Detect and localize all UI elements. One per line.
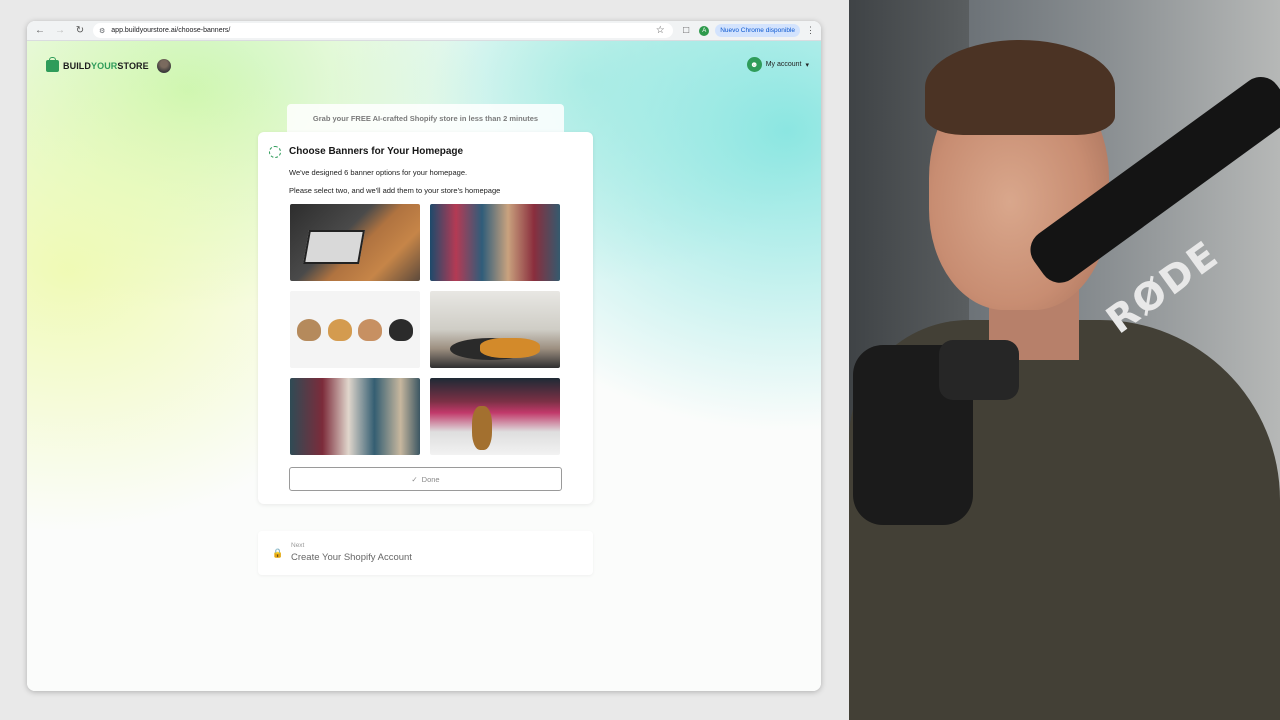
next-label: Next [291,542,305,549]
user-icon: ☻ [746,57,762,72]
cat-image [358,319,383,341]
step-description: We've designed 6 banner options for your… [289,168,468,177]
banner-option-2[interactable] [430,204,560,281]
page-content: BUILDYOURSTORE ☻ My account ▾ Grab your … [27,41,821,691]
mic-brand-logo: RØDE [1098,231,1227,343]
banner-option-3[interactable] [290,291,420,368]
cat-image [297,319,322,341]
chrome-menu-icon[interactable]: ⋮ [806,25,815,36]
url-text: app.buildyourstore.ai/choose-banners/ [111,27,231,34]
pets-illustration [294,319,416,345]
done-label: Done [421,474,440,484]
next-step-card: 🔒 Next Create Your Shopify Account [258,531,593,575]
account-menu[interactable]: ☻ My account ▾ [746,57,809,72]
browser-toolbar: ← → ↻ ⚙ app.buildyourstore.ai/choose-ban… [27,21,821,41]
profile-icon[interactable]: A [699,25,710,36]
forward-icon[interactable]: → [53,24,67,38]
logo-build: BUILD [63,61,91,71]
account-label: My account [765,61,802,68]
promo-banner: Grab your FREE AI-crafted Shopify store … [287,104,564,132]
logo-your: YOUR [91,61,118,71]
logo-text: BUILDYOURSTORE [63,61,149,71]
site-logo[interactable]: BUILDYOURSTORE [46,57,171,73]
bookmark-star-icon[interactable]: ☆ [653,24,667,38]
banner-option-6[interactable] [430,378,560,455]
reload-icon[interactable]: ↻ [73,24,87,38]
site-info-icon[interactable]: ⚙ [99,27,105,35]
step-instruction: Please select two, and we'll add them to… [289,186,501,195]
dog-image [388,319,413,341]
check-icon: ✓ [411,474,418,484]
banner-option-1[interactable] [290,204,420,281]
banner-option-4[interactable] [430,291,560,368]
shopping-bag-icon [46,57,59,72]
logo-store: STORE [117,61,149,71]
chevron-down-icon: ▾ [805,61,809,69]
webcam-overlay: RØDE [849,0,1280,720]
address-bar[interactable]: ⚙ app.buildyourstore.ai/choose-banners/ … [93,23,674,38]
step-progress-icon [269,146,281,158]
choose-banners-card: Choose Banners for Your Homepage We've d… [258,132,593,504]
browser-window: ← → ↻ ⚙ app.buildyourstore.ai/choose-ban… [27,21,821,691]
lock-icon: 🔒 [272,548,284,558]
avatar [156,59,171,73]
dog-image [327,319,352,341]
next-step-title: Create Your Shopify Account [291,552,412,563]
done-button[interactable]: ✓ Done [289,467,562,491]
chrome-update-button[interactable]: Nuevo Chrome disponible [715,24,800,37]
banner-option-5[interactable] [290,378,420,455]
back-icon[interactable]: ← [33,24,47,38]
mic-mount [939,340,1019,400]
presenter-hair [925,40,1115,135]
banner-grid [290,204,560,455]
step-title: Choose Banners for Your Homepage [289,146,464,157]
extensions-icon[interactable]: □ [679,24,693,38]
